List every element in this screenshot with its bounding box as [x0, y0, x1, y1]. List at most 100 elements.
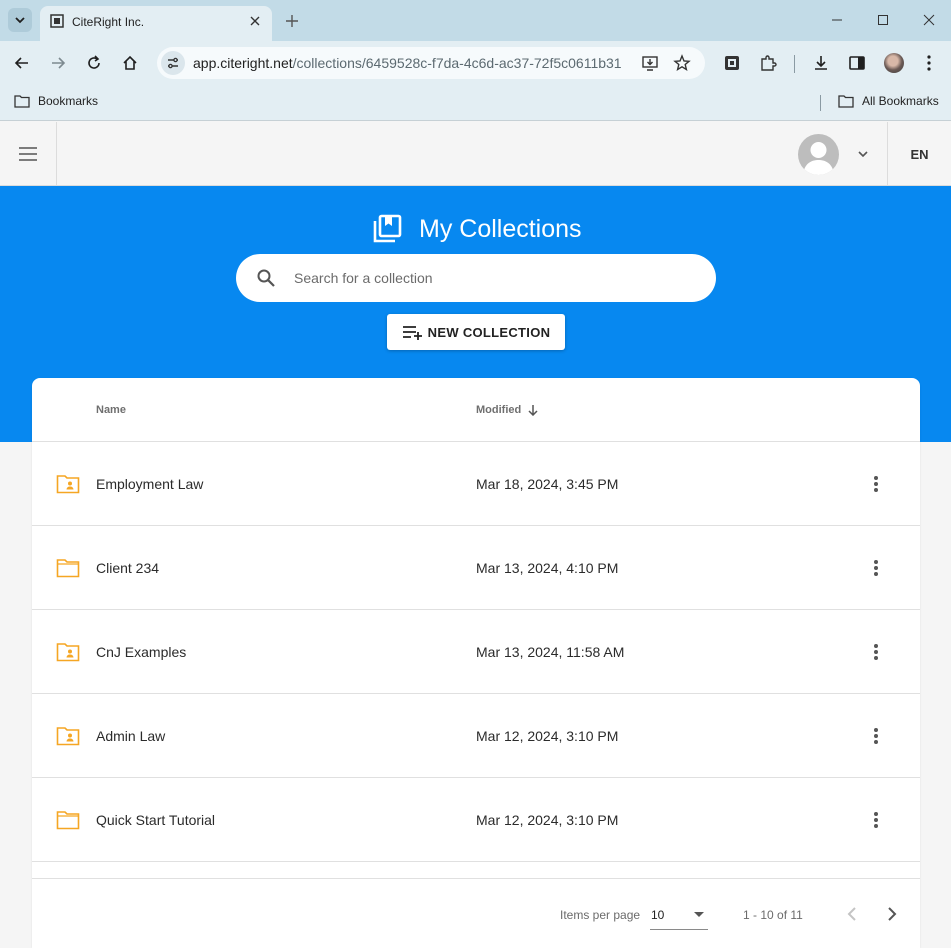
- plus-icon: [286, 15, 298, 27]
- collection-name[interactable]: Quick Start Tutorial: [96, 812, 215, 828]
- table-row[interactable]: CnJ Examples Mar 13, 2024, 11:58 AM: [32, 610, 920, 694]
- citeright-extension-button[interactable]: [721, 52, 743, 74]
- back-button[interactable]: [10, 51, 34, 75]
- collection-modified: Mar 13, 2024, 11:58 AM: [476, 644, 625, 660]
- table-header: Name Modified: [32, 378, 920, 442]
- tab-title: CiteRight Inc.: [72, 15, 145, 29]
- browser-menu-button[interactable]: [918, 52, 940, 74]
- column-header-name[interactable]: Name: [96, 404, 126, 416]
- collection-name[interactable]: CnJ Examples: [96, 644, 186, 660]
- more-vertical-icon: [927, 55, 931, 71]
- user-avatar[interactable]: [798, 134, 839, 175]
- playlist-add-icon: [402, 326, 422, 340]
- dropdown-arrow-icon: [694, 912, 704, 917]
- install-app-button[interactable]: [640, 53, 660, 73]
- search-input[interactable]: [294, 254, 694, 302]
- minimize-icon: [832, 19, 842, 21]
- row-actions-button[interactable]: [864, 808, 888, 832]
- reload-button[interactable]: [82, 51, 106, 75]
- more-vertical-icon: [874, 644, 878, 660]
- new-tab-button[interactable]: [282, 11, 302, 31]
- row-actions-button[interactable]: [864, 556, 888, 580]
- collection-name[interactable]: Employment Law: [96, 476, 203, 492]
- url-path: /collections/6459528c-f7da-4c6d-ac37-72f…: [292, 55, 622, 71]
- collections-table: Name Modified Employment Law Mar 18, 202…: [32, 378, 920, 948]
- collection-name[interactable]: Client 234: [96, 560, 159, 576]
- citeright-favicon-icon: [50, 14, 64, 28]
- bookmark-star-button[interactable]: [672, 53, 692, 73]
- window-close-button[interactable]: [920, 11, 938, 29]
- install-desktop-icon: [642, 56, 658, 71]
- home-icon: [123, 55, 137, 70]
- url-text[interactable]: app.citeright.net/collections/6459528c-f…: [193, 55, 622, 71]
- shared-folder-icon: [56, 475, 80, 494]
- collection-modified: Mar 12, 2024, 3:10 PM: [476, 812, 619, 828]
- more-vertical-icon: [874, 476, 878, 492]
- row-actions-button[interactable]: [864, 724, 888, 748]
- shared-folder-icon: [56, 727, 80, 746]
- search-icon: [257, 269, 275, 287]
- collection-modified: Mar 13, 2024, 4:10 PM: [476, 560, 619, 576]
- home-button[interactable]: [118, 51, 142, 75]
- user-menu-toggle[interactable]: [855, 146, 871, 162]
- chevron-down-icon: [858, 151, 868, 158]
- browser-tab-strip: CiteRight Inc.: [0, 0, 951, 41]
- collection-modified: Mar 12, 2024, 3:10 PM: [476, 728, 619, 744]
- row-actions-button[interactable]: [864, 472, 888, 496]
- forward-button[interactable]: [46, 51, 70, 75]
- tune-icon: [168, 57, 178, 69]
- reload-icon: [88, 55, 100, 69]
- new-collection-button[interactable]: NEW COLLECTION: [387, 314, 565, 350]
- bookmarks-label: Bookmarks: [38, 94, 99, 108]
- browser-toolbar: app.citeright.net/collections/6459528c-f…: [0, 41, 951, 86]
- tab-close-button[interactable]: [246, 12, 264, 30]
- window-maximize-button[interactable]: [874, 11, 892, 29]
- browser-tab[interactable]: CiteRight Inc.: [40, 6, 272, 41]
- arrow-right-icon: [52, 57, 66, 69]
- row-actions-button[interactable]: [864, 640, 888, 664]
- app-header: EN: [0, 122, 951, 186]
- collection-name[interactable]: Admin Law: [96, 728, 165, 744]
- hamburger-menu-icon: [19, 147, 37, 161]
- download-icon: [815, 56, 827, 70]
- all-bookmarks-folder[interactable]: All Bookmarks: [838, 94, 939, 108]
- table-row[interactable]: Client 234 Mar 13, 2024, 4:10 PM: [32, 526, 920, 610]
- table-row[interactable]: Employment Law Mar 18, 2024, 3:45 PM: [32, 442, 920, 526]
- close-icon: [923, 14, 935, 26]
- table-row[interactable]: Admin Law Mar 12, 2024, 3:10 PM: [32, 694, 920, 778]
- window-minimize-button[interactable]: [828, 11, 846, 29]
- collections-library-icon: [373, 214, 402, 243]
- browser-profile-avatar[interactable]: [884, 53, 904, 73]
- shared-folder-icon: [56, 643, 80, 662]
- items-per-page-select[interactable]: 10: [650, 902, 708, 930]
- folder-icon: [14, 95, 30, 108]
- table-footer-divider: [32, 878, 920, 879]
- menu-button[interactable]: [0, 122, 57, 186]
- folder-icon: [838, 95, 854, 108]
- chevron-down-icon: [15, 17, 25, 24]
- bookmarks-folder[interactable]: Bookmarks: [14, 94, 98, 108]
- downloads-button[interactable]: [810, 52, 832, 74]
- language-selector[interactable]: EN: [887, 122, 951, 186]
- site-info-button[interactable]: [161, 51, 185, 75]
- puzzle-icon: [761, 55, 777, 71]
- star-icon: [673, 54, 691, 71]
- side-panel-button[interactable]: [846, 52, 868, 74]
- previous-page-button[interactable]: [840, 902, 864, 926]
- chevron-left-icon: [847, 907, 856, 921]
- chevron-right-icon: [888, 907, 897, 921]
- bookmarks-bar: Bookmarks All Bookmarks: [0, 86, 951, 121]
- new-collection-label: NEW COLLECTION: [427, 324, 551, 340]
- extensions-button[interactable]: [757, 52, 779, 74]
- tab-search-button[interactable]: [8, 8, 32, 32]
- collection-modified: Mar 18, 2024, 3:45 PM: [476, 476, 619, 492]
- column-header-modified[interactable]: Modified: [476, 404, 539, 416]
- user-silhouette-icon: [803, 142, 834, 175]
- table-row[interactable]: Quick Start Tutorial Mar 12, 2024, 3:10 …: [32, 778, 920, 862]
- collection-search[interactable]: [236, 254, 716, 302]
- page-title: My Collections: [419, 214, 582, 243]
- next-page-button[interactable]: [880, 902, 904, 926]
- address-bar[interactable]: app.citeright.net/collections/6459528c-f…: [157, 47, 705, 79]
- column-name-label: Name: [96, 404, 126, 416]
- close-icon: [250, 16, 260, 26]
